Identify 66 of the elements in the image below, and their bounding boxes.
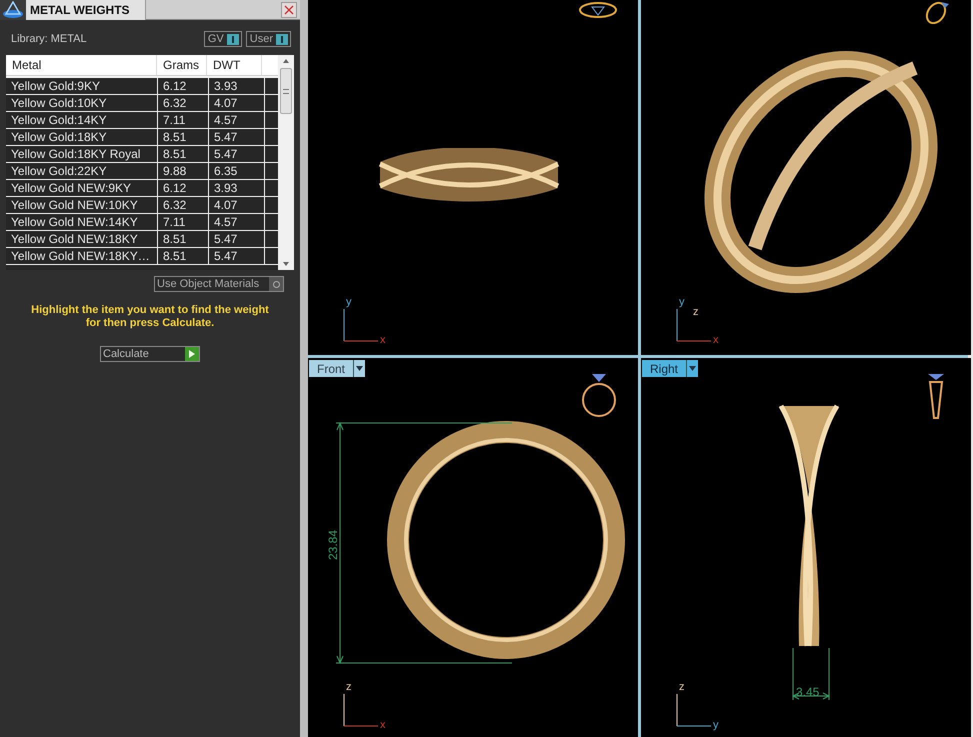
close-button[interactable] xyxy=(281,2,297,18)
table-cell: 8.51 xyxy=(158,248,208,264)
view-tab[interactable]: Front xyxy=(309,360,366,377)
table-cell xyxy=(265,129,278,145)
calculate-button[interactable]: Calculate xyxy=(100,346,200,362)
table-cell: 4.57 xyxy=(209,112,264,128)
use-object-materials-toggle[interactable]: Use Object Materials xyxy=(154,276,284,292)
toggle-button[interactable]: GV xyxy=(204,31,242,47)
dropdown-caret-icon xyxy=(689,366,696,371)
table-cell xyxy=(265,95,278,111)
ring-icon xyxy=(578,1,618,19)
table-cell xyxy=(265,146,278,162)
table-cell: 4.07 xyxy=(209,95,264,111)
table-cell: 3.93 xyxy=(209,180,264,196)
table-cell: 8.51 xyxy=(158,146,208,162)
table-cell: 4.07 xyxy=(209,197,264,213)
table-cell xyxy=(265,231,278,247)
scrollbar-thumb[interactable] xyxy=(280,68,292,114)
table-cell: 9.88 xyxy=(158,163,208,179)
table-cell: Yellow Gold NEW:18KY xyxy=(6,231,157,247)
close-icon xyxy=(284,4,294,14)
table-cell: 8.51 xyxy=(158,129,208,145)
table-cell: 6.12 xyxy=(158,180,208,196)
view-tab[interactable]: Right xyxy=(642,360,698,377)
table-cell: 8.51 xyxy=(158,231,208,247)
table-cell: 7.11 xyxy=(158,112,208,128)
table-cell: 4.57 xyxy=(209,214,264,230)
table-cell xyxy=(265,112,278,128)
table-cell: Yellow Gold:22KY xyxy=(6,163,157,179)
table-cell: 6.12 xyxy=(158,78,208,94)
table-cell: 5.47 xyxy=(209,129,264,145)
panel-title: METAL WEIGHTS xyxy=(30,4,130,16)
table-cell: Yellow Gold:18KY Royal xyxy=(6,146,157,162)
scrollbar[interactable] xyxy=(278,55,294,270)
table-cell: Yellow Gold:9KY xyxy=(6,78,157,94)
table-cell xyxy=(265,180,278,196)
play-icon xyxy=(189,350,195,358)
table-cell xyxy=(265,78,278,94)
dimension-label: 23.84 xyxy=(325,530,342,560)
table-cell: Yellow Gold:18KY xyxy=(6,129,157,145)
table-cell: 5.47 xyxy=(209,231,264,247)
table-cell xyxy=(265,197,278,213)
dropdown-caret-icon xyxy=(356,366,364,371)
table-cell: Yellow Gold:14KY xyxy=(6,112,157,128)
table-cell: 3.93 xyxy=(209,78,264,94)
table-cell: Yellow Gold NEW:18KY… xyxy=(6,248,157,264)
table-cell: Yellow Gold NEW:10KY xyxy=(6,197,157,213)
column-header[interactable]: Metal xyxy=(6,55,157,75)
table-cell xyxy=(265,248,278,264)
toggle-button[interactable]: User xyxy=(246,31,291,47)
table-cell xyxy=(265,214,278,230)
table-cell: 5.47 xyxy=(209,146,264,162)
table-cell: 6.32 xyxy=(158,95,208,111)
table-cell: 5.47 xyxy=(209,248,264,264)
table-cell: 6.32 xyxy=(158,197,208,213)
instruction-text: Highlight the item you want to find the weight for then press Calculate. xyxy=(30,304,270,330)
column-header[interactable]: Grams xyxy=(157,55,207,75)
table-cell xyxy=(265,163,278,179)
column-header[interactable]: DWT xyxy=(207,55,262,75)
library-label: Library: METAL xyxy=(11,32,87,47)
app-logo-icon xyxy=(2,0,24,18)
table-cell: Yellow Gold:10KY xyxy=(6,95,157,111)
table-cell: Yellow Gold NEW:14KY xyxy=(6,214,157,230)
table-cell: 6.35 xyxy=(209,163,264,179)
table-cell: 7.11 xyxy=(158,214,208,230)
table-cell: Yellow Gold NEW:9KY xyxy=(6,180,157,196)
